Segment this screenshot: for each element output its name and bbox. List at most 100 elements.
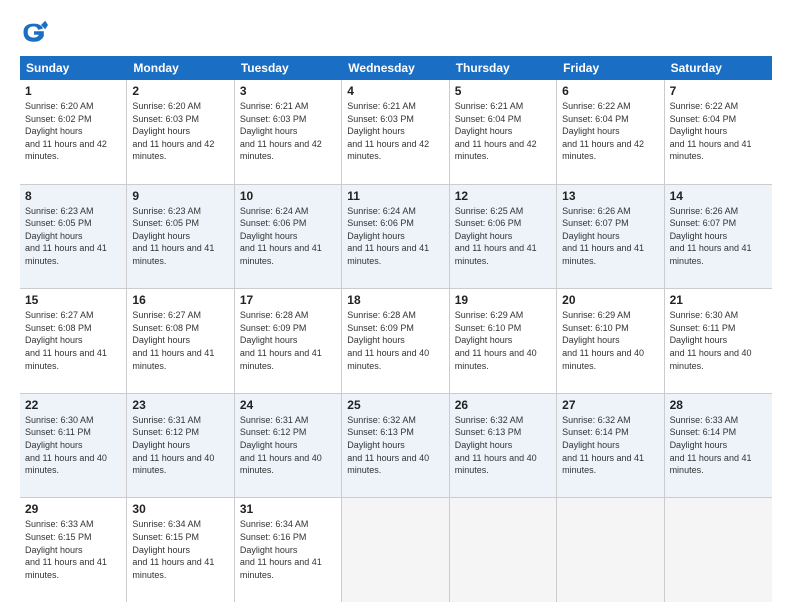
day-info: Sunrise: 6:20 AMSunset: 6:03 PMDaylight … <box>132 101 214 161</box>
calendar-cell: 2Sunrise: 6:20 AMSunset: 6:03 PMDaylight… <box>127 80 234 184</box>
day-info: Sunrise: 6:20 AMSunset: 6:02 PMDaylight … <box>25 101 107 161</box>
day-info: Sunrise: 6:22 AMSunset: 6:04 PMDaylight … <box>562 101 644 161</box>
day-info: Sunrise: 6:29 AMSunset: 6:10 PMDaylight … <box>455 310 537 370</box>
day-info: Sunrise: 6:25 AMSunset: 6:06 PMDaylight … <box>455 206 537 266</box>
day-number: 8 <box>25 189 121 203</box>
day-header: Saturday <box>665 56 772 80</box>
day-number: 28 <box>670 398 767 412</box>
calendar-cell: 9 Sunrise: 6:23 AMSunset: 6:05 PMDaylight… <box>127 185 234 289</box>
calendar-cell: 13 Sunrise: 6:26 AMSunset: 6:07 PMDayligh… <box>557 185 664 289</box>
day-number: 17 <box>240 293 336 307</box>
calendar-cell <box>665 498 772 602</box>
calendar-cell: 7 Sunrise: 6:22 AMSunset: 6:04 PMDaylight… <box>665 80 772 184</box>
calendar-cell: 12 Sunrise: 6:25 AMSunset: 6:06 PMDayligh… <box>450 185 557 289</box>
day-number: 15 <box>25 293 121 307</box>
day-header: Sunday <box>20 56 127 80</box>
calendar-cell: 10 Sunrise: 6:24 AMSunset: 6:06 PMDayligh… <box>235 185 342 289</box>
header <box>20 18 772 46</box>
day-number: 6 <box>562 84 658 98</box>
day-number: 20 <box>562 293 658 307</box>
day-number: 16 <box>132 293 228 307</box>
day-info: Sunrise: 6:28 AMSunset: 6:09 PMDaylight … <box>240 310 322 370</box>
calendar-week-row: 15 Sunrise: 6:27 AMSunset: 6:08 PMDayligh… <box>20 289 772 394</box>
calendar-cell: 1 Sunrise: 6:20 AMSunset: 6:02 PMDaylight… <box>20 80 127 184</box>
day-number: 13 <box>562 189 658 203</box>
calendar-cell: 11 Sunrise: 6:24 AMSunset: 6:06 PMDayligh… <box>342 185 449 289</box>
day-number: 11 <box>347 189 443 203</box>
day-number: 31 <box>240 502 336 516</box>
calendar-cell: 15Sunrise: 6:27 AMSunset: 6:08 PMDayligh… <box>20 289 127 393</box>
day-header: Wednesday <box>342 56 449 80</box>
day-number: 5 <box>455 84 551 98</box>
day-info: Sunrise: 6:21 AMSunset: 6:04 PMDaylight … <box>455 101 537 161</box>
day-number: 21 <box>670 293 767 307</box>
calendar-cell: 22 Sunrise: 6:30 AMSunset: 6:11 PMDayligh… <box>20 394 127 498</box>
day-number: 25 <box>347 398 443 412</box>
day-info: Sunrise: 6:31 AMSunset: 6:12 PMDaylight … <box>132 415 214 475</box>
logo <box>20 18 52 46</box>
calendar-cell: 14Sunrise: 6:26 AMSunset: 6:07 PMDayligh… <box>665 185 772 289</box>
calendar-cell: 20 Sunrise: 6:29 AMSunset: 6:10 PMDayligh… <box>557 289 664 393</box>
day-number: 9 <box>132 189 228 203</box>
calendar-cell: 5 Sunrise: 6:21 AMSunset: 6:04 PMDaylight… <box>450 80 557 184</box>
calendar-cell: 30 Sunrise: 6:34 AMSunset: 6:15 PMDayligh… <box>127 498 234 602</box>
day-info: Sunrise: 6:31 AMSunset: 6:12 PMDaylight … <box>240 415 322 475</box>
calendar-cell: 17 Sunrise: 6:28 AMSunset: 6:09 PMDayligh… <box>235 289 342 393</box>
day-info: Sunrise: 6:32 AMSunset: 6:13 PMDaylight … <box>455 415 537 475</box>
calendar-cell: 31 Sunrise: 6:34 AMSunset: 6:16 PMDayligh… <box>235 498 342 602</box>
day-number: 18 <box>347 293 443 307</box>
page: SundayMondayTuesdayWednesdayThursdayFrid… <box>0 0 792 612</box>
day-number: 3 <box>240 84 336 98</box>
calendar-cell: 26 Sunrise: 6:32 AMSunset: 6:13 PMDayligh… <box>450 394 557 498</box>
day-info: Sunrise: 6:22 AMSunset: 6:04 PMDaylight … <box>670 101 752 161</box>
day-info: Sunrise: 6:32 AMSunset: 6:14 PMDaylight … <box>562 415 644 475</box>
day-info: Sunrise: 6:27 AMSunset: 6:08 PMDaylight … <box>132 310 214 370</box>
day-header: Monday <box>127 56 234 80</box>
day-info: Sunrise: 6:29 AMSunset: 6:10 PMDaylight … <box>562 310 644 370</box>
day-number: 22 <box>25 398 121 412</box>
calendar: SundayMondayTuesdayWednesdayThursdayFrid… <box>20 56 772 602</box>
calendar-cell: 8 Sunrise: 6:23 AMSunset: 6:05 PMDaylight… <box>20 185 127 289</box>
day-info: Sunrise: 6:26 AMSunset: 6:07 PMDaylight … <box>562 206 644 266</box>
calendar-cell <box>557 498 664 602</box>
day-info: Sunrise: 6:24 AMSunset: 6:06 PMDaylight … <box>347 206 429 266</box>
day-info: Sunrise: 6:24 AMSunset: 6:06 PMDaylight … <box>240 206 322 266</box>
calendar-week-row: 8 Sunrise: 6:23 AMSunset: 6:05 PMDaylight… <box>20 185 772 290</box>
day-info: Sunrise: 6:21 AMSunset: 6:03 PMDaylight … <box>240 101 322 161</box>
day-info: Sunrise: 6:30 AMSunset: 6:11 PMDaylight … <box>25 415 107 475</box>
calendar-cell: 16 Sunrise: 6:27 AMSunset: 6:08 PMDayligh… <box>127 289 234 393</box>
calendar-cell <box>342 498 449 602</box>
calendar-cell: 28 Sunrise: 6:33 AMSunset: 6:14 PMDayligh… <box>665 394 772 498</box>
calendar-header: SundayMondayTuesdayWednesdayThursdayFrid… <box>20 56 772 80</box>
day-number: 24 <box>240 398 336 412</box>
day-info: Sunrise: 6:33 AMSunset: 6:14 PMDaylight … <box>670 415 752 475</box>
day-info: Sunrise: 6:28 AMSunset: 6:09 PMDaylight … <box>347 310 429 370</box>
day-info: Sunrise: 6:32 AMSunset: 6:13 PMDaylight … <box>347 415 429 475</box>
day-number: 10 <box>240 189 336 203</box>
day-info: Sunrise: 6:34 AMSunset: 6:16 PMDaylight … <box>240 519 322 579</box>
day-number: 26 <box>455 398 551 412</box>
calendar-cell <box>450 498 557 602</box>
day-info: Sunrise: 6:34 AMSunset: 6:15 PMDaylight … <box>132 519 214 579</box>
day-header: Friday <box>557 56 664 80</box>
calendar-week-row: 22 Sunrise: 6:30 AMSunset: 6:11 PMDayligh… <box>20 394 772 499</box>
calendar-cell: 23Sunrise: 6:31 AMSunset: 6:12 PMDayligh… <box>127 394 234 498</box>
day-number: 12 <box>455 189 551 203</box>
day-info: Sunrise: 6:23 AMSunset: 6:05 PMDaylight … <box>25 206 107 266</box>
day-number: 30 <box>132 502 228 516</box>
calendar-week-row: 29Sunrise: 6:33 AMSunset: 6:15 PMDayligh… <box>20 498 772 602</box>
day-number: 19 <box>455 293 551 307</box>
day-info: Sunrise: 6:23 AMSunset: 6:05 PMDaylight … <box>132 206 214 266</box>
day-number: 4 <box>347 84 443 98</box>
day-header: Thursday <box>450 56 557 80</box>
calendar-cell: 24 Sunrise: 6:31 AMSunset: 6:12 PMDayligh… <box>235 394 342 498</box>
calendar-cell: 3 Sunrise: 6:21 AMSunset: 6:03 PMDaylight… <box>235 80 342 184</box>
day-number: 1 <box>25 84 121 98</box>
calendar-cell: 6 Sunrise: 6:22 AMSunset: 6:04 PMDaylight… <box>557 80 664 184</box>
day-header: Tuesday <box>235 56 342 80</box>
calendar-cell: 18 Sunrise: 6:28 AMSunset: 6:09 PMDayligh… <box>342 289 449 393</box>
day-info: Sunrise: 6:26 AMSunset: 6:07 PMDaylight … <box>670 206 752 266</box>
day-number: 7 <box>670 84 767 98</box>
calendar-cell: 21Sunrise: 6:30 AMSunset: 6:11 PMDayligh… <box>665 289 772 393</box>
calendar-cell: 27Sunrise: 6:32 AMSunset: 6:14 PMDayligh… <box>557 394 664 498</box>
